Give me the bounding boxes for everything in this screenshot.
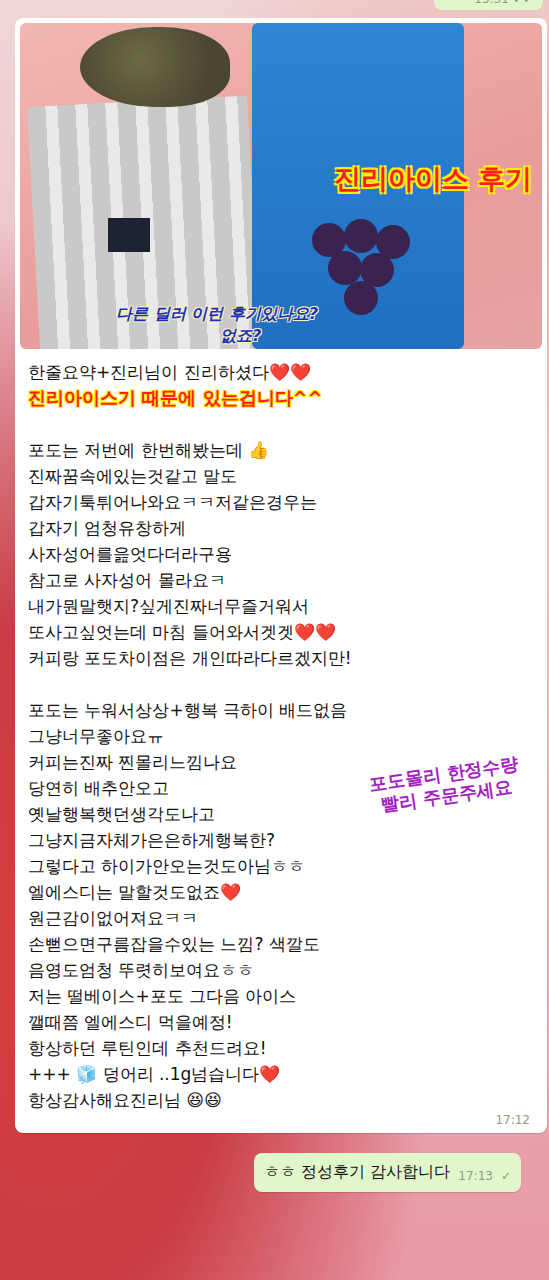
text-line: 포도는 누워서상상+행복 극하이 배드없음 (28, 697, 536, 723)
message-time: 17:12 (495, 1113, 530, 1127)
sent-tick-icon: ✓ (501, 1169, 511, 1183)
text-line: 원근감이없어져요ㅋㅋ (28, 905, 536, 931)
photo-caption: 진리아이스 후기 (334, 161, 532, 197)
message-time: 15:31 (474, 0, 509, 6)
text-line: 엘에스디는 말할것도없죠❤️ (28, 879, 536, 905)
outgoing-bubble[interactable]: ㅎㅎ 정성후기 감사합니다 17:13 ✓ (254, 1153, 521, 1192)
text-line: 한줄요약+진리님이 진리하셨다❤️❤️ (28, 359, 536, 385)
bud-pile (80, 27, 230, 107)
outgoing-bubble[interactable]: 15:31 ✓✓ (434, 0, 543, 10)
text-line: 갑자기툭튀어나와요ㅋㅋ저같은경우는 (28, 489, 536, 515)
text-line: 항상감사해요진리님 😆😆 (28, 1087, 536, 1113)
text-line: 포도는 저번에 한번해봤는데 👍 (28, 437, 536, 463)
text-line: 그냥너무좋아요ㅠ (28, 723, 536, 749)
text-line: 깰때쯤 엘에스디 먹을예정! (28, 1009, 536, 1035)
text-line: 내가뭔말햇지?싶게진짜너무즐거워서 (28, 593, 536, 619)
text-line: 그냥지금자체가은은하게행복한? (28, 827, 536, 853)
message-meta: 17:12 (28, 1113, 536, 1127)
read-ticks-icon: ✓✓ (513, 0, 533, 6)
text-line: 갑자기 엄청유창하게 (28, 515, 536, 541)
text-line: 또사고싶엇는데 마침 들어와서겟겟❤️❤️ (28, 619, 536, 645)
chat-screen: 15:31✓✓진리아이스 후기다른 딜러 이런 후기있나요?없죠?한줄요약+진리… (0, 0, 549, 1280)
sticker (108, 218, 150, 252)
message-text: ㅎㅎ 정성후기 감사합니다 (264, 1162, 450, 1183)
text-line: 진짜꿈속에있는것같고 말도 (28, 463, 536, 489)
text-line: 사자성어를읊엇다더라구용 (28, 541, 536, 567)
message-time: 17:13 (458, 1169, 493, 1183)
photo-caption: 다른 딜러 이런 후기있나요? (116, 304, 318, 325)
text-line: 항상하던 루틴인데 추천드려요! (28, 1035, 536, 1061)
incoming-bubble[interactable]: 진리아이스 후기다른 딜러 이런 후기있나요?없죠?한줄요약+진리님이 진리하셨… (15, 18, 547, 1133)
text-line: 그렇다고 하이가안오는것도아님ㅎㅎ (28, 853, 536, 879)
message-text: 한줄요약+진리님이 진리하셨다❤️❤️진리아이스기 때문에 있는겁니다^^ 포도는… (20, 349, 542, 1127)
photo[interactable]: 진리아이스 후기다른 딜러 이런 후기있나요?없죠? (20, 23, 542, 349)
text-line: 손뻗으면구름잡을수있는 느낌? 색깔도 (28, 931, 536, 957)
text-line: 음영도엄청 뚜렷히보여요ㅎㅎ (28, 957, 536, 983)
caption-line: 진리아이스기 때문에 있는겁니다^^ (28, 385, 536, 411)
text-line: +++ 🧊 덩어리 ..1g넘습니다❤️ (28, 1061, 536, 1087)
text-line: 참고로 사자성어 몰라요ㅋ (28, 567, 536, 593)
promo-caption: 포도몰리 한정수량빨리 주문주세요 (367, 753, 522, 817)
photo-caption: 없죠? (220, 326, 261, 347)
text-line: 커피랑 포도차이점은 개인따라다르겠지만! (28, 645, 536, 671)
text-line: 저는 떨베이스+포도 그다음 아이스 (28, 983, 536, 1009)
